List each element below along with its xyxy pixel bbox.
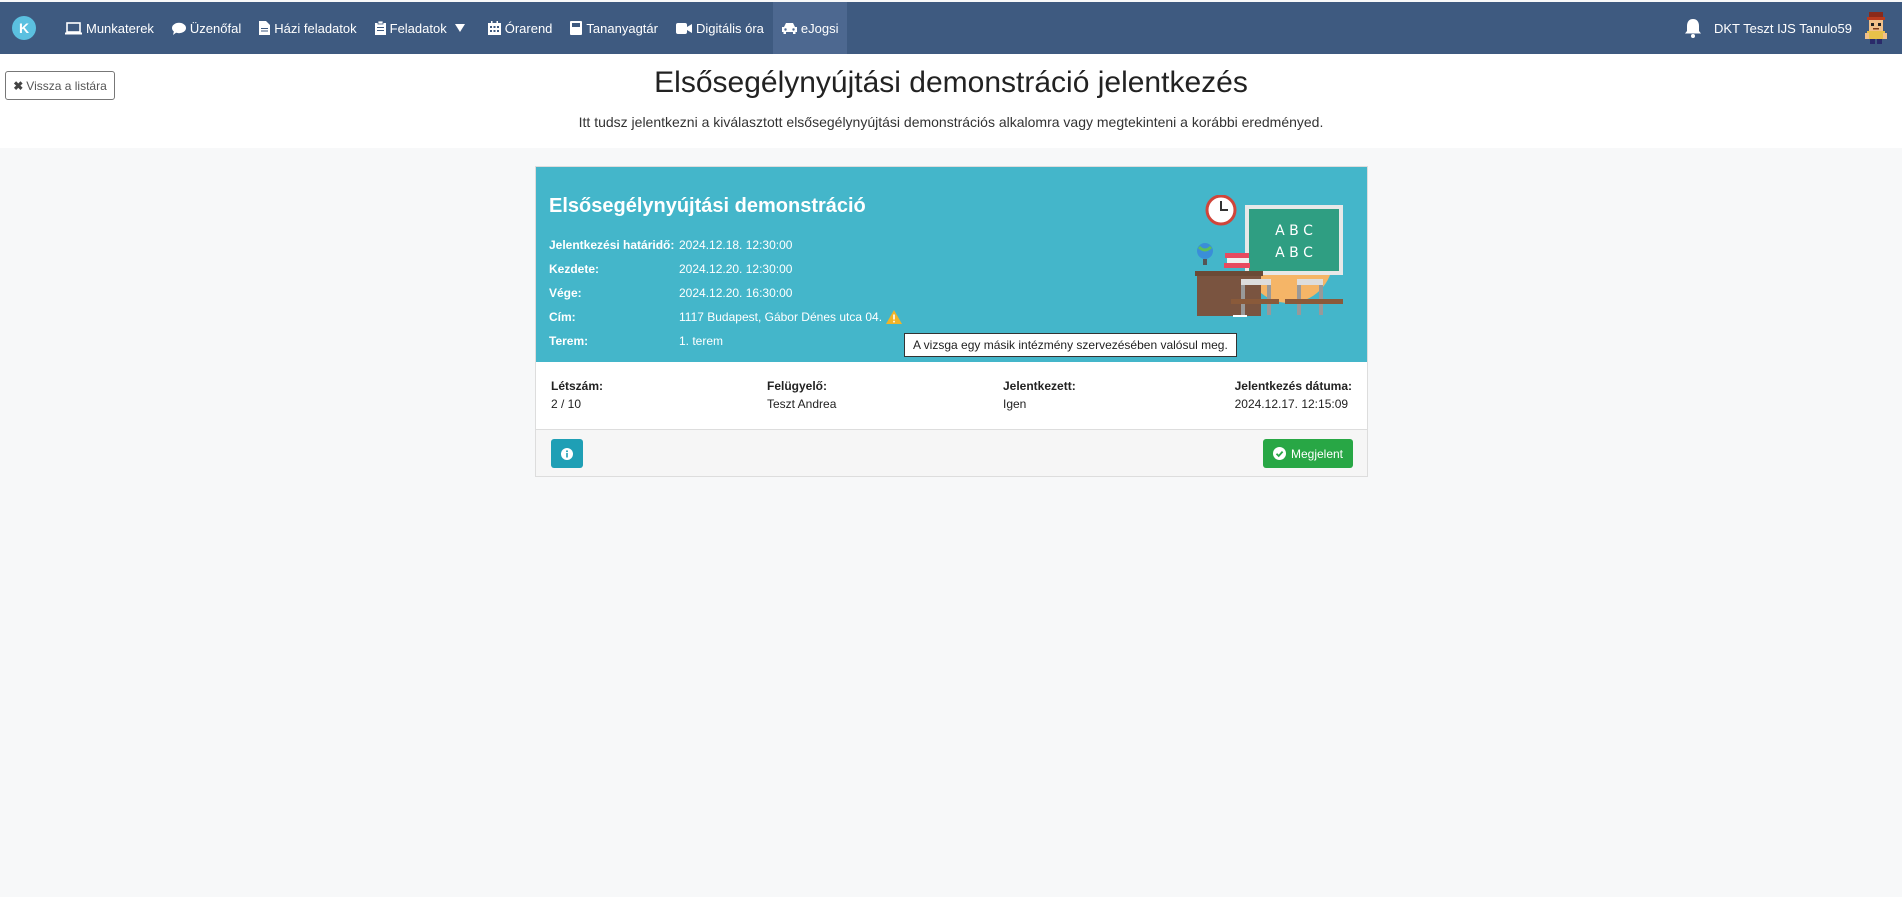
info-row-address: Cím: 1117 Budapest, Gábor Dénes utca 04.: [549, 310, 903, 324]
nav-item-label: Munkaterek: [86, 20, 154, 36]
warning-icon[interactable]: [886, 310, 903, 324]
stat-value: 2024.12.17. 12:15:09: [1234, 397, 1349, 411]
status-attended-button[interactable]: Megjelent: [1263, 439, 1353, 468]
info-row-room: Terem: 1. terem: [549, 334, 723, 348]
laptop-icon: [65, 21, 82, 34]
info-row-start: Kezdete: 2024.12.20. 12:30:00: [549, 262, 792, 276]
stat-label: Jelentkezett:: [1003, 379, 1076, 393]
bell-icon[interactable]: [1684, 18, 1702, 38]
avatar[interactable]: [1862, 12, 1890, 44]
event-title: Elsősegélynyújtási demonstráció: [549, 195, 866, 217]
stat-value: 2 / 10: [551, 397, 582, 411]
warning-tooltip: A vizsga egy másik intézmény szervezéséb…: [904, 333, 1237, 357]
nav-item-ejogsi[interactable]: eJogsi: [772, 2, 848, 54]
nav-item-label: Digitális óra: [695, 20, 764, 36]
nav-item-label: Tananyagtár: [586, 20, 658, 36]
stat-label: Jelentkezés dátuma:: [1234, 379, 1352, 393]
info-label: Jelentkezési határidő:: [549, 238, 675, 252]
info-value: 2024.12.18. 12:30:00: [679, 238, 793, 252]
event-stats: Létszám: 2 / 10 Felügyelő: Teszt Andrea …: [536, 362, 1367, 429]
event-card-footer: Megjelent: [536, 429, 1367, 476]
event-card: Elsősegélynyújtási demonstráció Jelentke…: [535, 166, 1368, 477]
page-title: Elsősegélynyújtási demonstráció jelentke…: [654, 66, 1248, 99]
nav-item-hazi-feladatok[interactable]: Házi feladatok: [250, 2, 365, 54]
nav-item-label: Feladatok: [389, 20, 447, 36]
info-value-wrap: 1117 Budapest, Gábor Dénes utca 04.: [679, 310, 903, 324]
info-value: 2024.12.20. 12:30:00: [679, 262, 793, 276]
check-circle-icon: [1272, 447, 1286, 460]
calendar-icon: [487, 21, 501, 35]
stat-label: Létszám:: [551, 379, 604, 393]
nav-item-label: eJogsi: [800, 20, 839, 36]
nav-item-feladatok[interactable]: Feladatok: [366, 2, 479, 54]
nav-item-label: Házi feladatok: [274, 20, 357, 36]
nav-item-munkaterek[interactable]: Munkaterek: [56, 2, 163, 54]
stat-supervisor: Felügyelő: Teszt Andrea: [767, 379, 836, 411]
nav-item-label: Órarend: [504, 20, 553, 36]
car-icon: [781, 23, 797, 34]
stat-headcount: Létszám: 2 / 10: [551, 379, 603, 411]
classroom-illustration: A B C A B C: [1195, 195, 1343, 317]
stat-label: Felügyelő:: [767, 379, 828, 393]
user-name[interactable]: DKT Teszt IJS Tanulo59: [1714, 21, 1852, 36]
info-label: Kezdete:: [549, 262, 600, 276]
info-row-end: Vége: 2024.12.20. 16:30:00: [549, 286, 792, 300]
info-value: 1. terem: [679, 334, 724, 348]
nav-item-digitalis-ora[interactable]: Digitális óra: [667, 2, 773, 54]
top-navbar: K Munkaterek Üzenőfal Házi feladatok Fel…: [0, 2, 1902, 54]
nav-item-label: Üzenőfal: [189, 20, 242, 36]
chat-icon: [171, 22, 186, 35]
page-subtitle: Itt tudsz jelentkezni a kiválasztott els…: [578, 114, 1324, 130]
address-value: 1117 Budapest, Gábor Dénes utca 04.: [679, 310, 883, 324]
app-logo[interactable]: K: [12, 16, 36, 40]
nav-item-orarend[interactable]: Órarend: [479, 2, 562, 54]
video-icon: [675, 22, 692, 34]
info-icon: [561, 447, 573, 460]
book-icon: [570, 21, 583, 35]
chevron-down-icon: [454, 24, 465, 32]
stat-application-date: Jelentkezés dátuma: 2024.12.17. 12:15:09: [1235, 379, 1352, 411]
status-attended-label: Megjelent: [1290, 446, 1344, 461]
stat-value: Teszt Andrea: [767, 397, 837, 411]
info-label: Terem:: [549, 334, 589, 348]
board-text-2: A B C: [1275, 245, 1313, 261]
file-icon: [259, 21, 271, 35]
stat-value: Igen: [1003, 397, 1027, 411]
stat-applied: Jelentkezett: Igen: [1003, 379, 1076, 411]
info-value: 2024.12.20. 16:30:00: [679, 286, 793, 300]
user-area: DKT Teszt IJS Tanulo59: [1684, 2, 1902, 54]
info-label: Vége:: [549, 286, 582, 300]
clipboard-icon: [374, 21, 386, 35]
info-row-deadline: Jelentkezési határidő: 2024.12.18. 12:30…: [549, 238, 792, 252]
nav-item-uzenofal[interactable]: Üzenőfal: [163, 2, 250, 54]
info-label: Cím:: [549, 310, 576, 324]
info-button[interactable]: [551, 439, 583, 468]
nav-item-tananyagtar[interactable]: Tananyagtár: [561, 2, 667, 54]
board-text-1: A B C: [1275, 223, 1313, 239]
page-header: ✖ Vissza a listára Elsősegélynyújtási de…: [0, 54, 1902, 148]
